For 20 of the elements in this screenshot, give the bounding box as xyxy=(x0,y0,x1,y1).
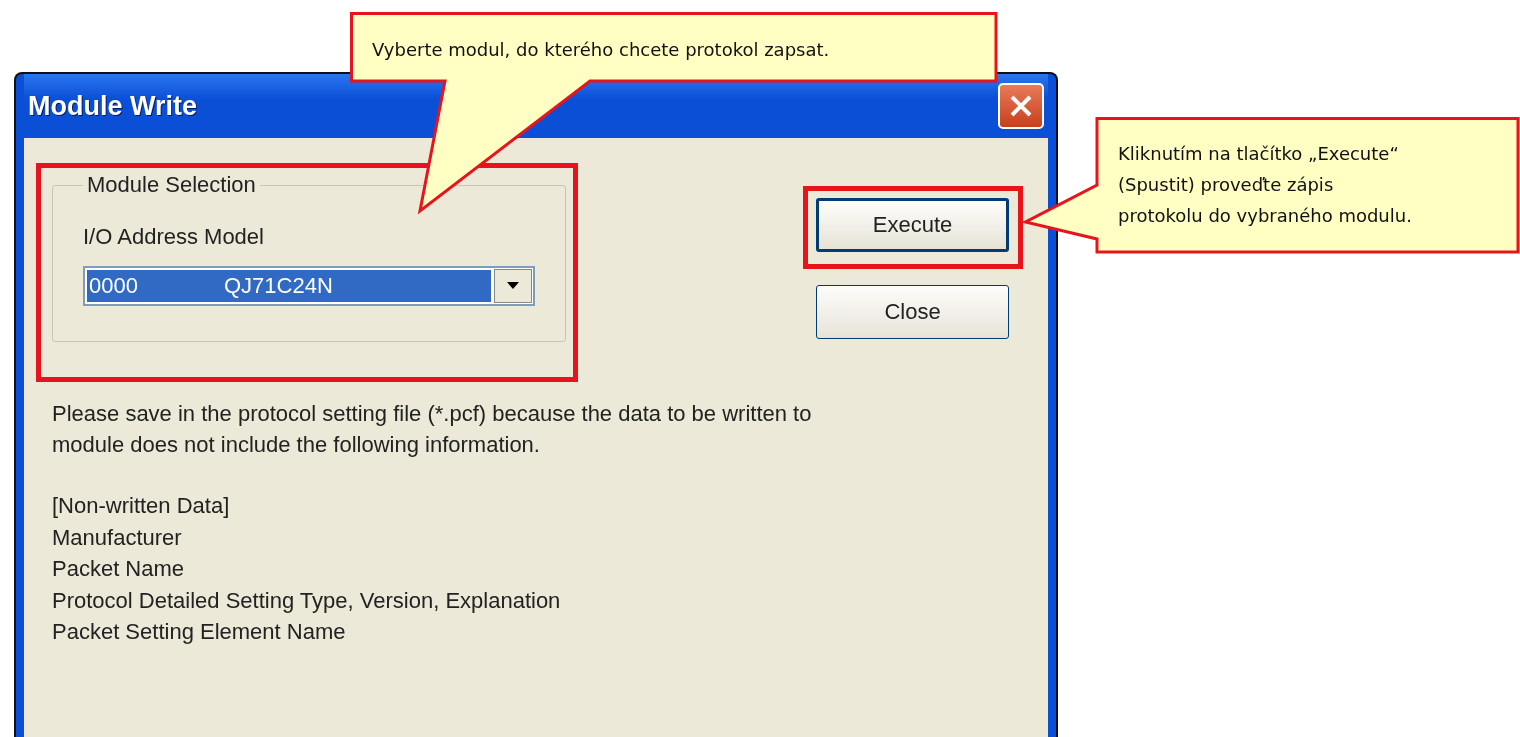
window-title: Module Write xyxy=(28,90,197,122)
info-line: Packet Setting Element Name xyxy=(52,618,347,646)
dropdown-button[interactable] xyxy=(494,269,532,303)
info-line: [Non-written Data] xyxy=(52,492,231,520)
execute-button[interactable]: Execute xyxy=(816,198,1009,252)
callout-text: Kliknutím na tlačítko „Execute“ (Spustit) proveďte zápis protokolu do vybraného modulu. xyxy=(1118,142,1412,228)
close-button[interactable] xyxy=(998,83,1044,129)
close-dialog-button[interactable]: Close xyxy=(816,285,1009,339)
field-label: I/O Address Model xyxy=(83,224,265,250)
info-line: Protocol Detailed Setting Type, Version, Explanation xyxy=(52,586,562,615)
caret-icon xyxy=(507,282,519,290)
io-address: 0000 xyxy=(89,273,138,299)
info-line: Packet Name xyxy=(52,555,186,583)
close-icon xyxy=(1008,93,1034,119)
module-dropdown[interactable]: 0000 QJ71C24N xyxy=(83,266,535,306)
info-message: Please save in the protocol setting file (*.pcf) because the data to be written to module does not include the following information. xyxy=(52,400,813,459)
callout-text: Vyberte modul, do kterého chcete protokol zapsat. xyxy=(372,38,830,62)
info-line: Manufacturer xyxy=(52,523,183,552)
group-legend: Module Selection xyxy=(83,172,260,198)
module-model: QJ71C24N xyxy=(223,273,333,299)
